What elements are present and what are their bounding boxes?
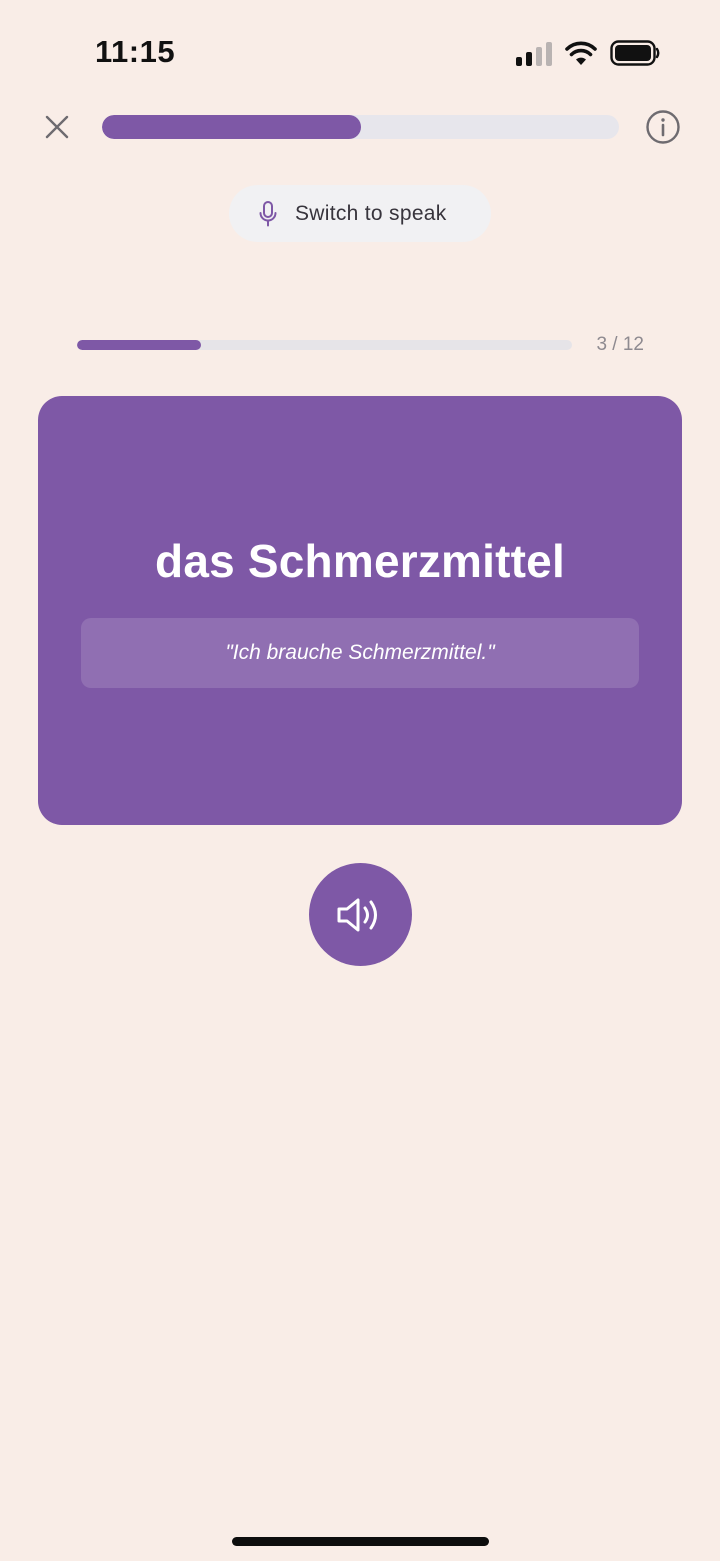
cellular-signal-icon xyxy=(516,42,552,66)
flashcard[interactable]: das Schmerzmittel "Ich brauche Schmerzmi… xyxy=(38,396,682,825)
card-progress-count: 3 / 12 xyxy=(596,334,644,355)
speaker-icon xyxy=(337,898,377,931)
example-sentence-box: "Ich brauche Schmerzmittel." xyxy=(81,618,639,688)
play-audio-button[interactable] xyxy=(309,863,412,966)
wifi-icon xyxy=(565,41,597,65)
flashcard-word: das Schmerzmittel xyxy=(155,535,565,587)
card-progress-bar xyxy=(77,340,572,350)
battery-icon xyxy=(610,40,660,66)
home-indicator[interactable] xyxy=(232,1537,489,1546)
close-button[interactable] xyxy=(38,108,76,146)
lesson-progress-fill xyxy=(102,115,361,139)
close-icon xyxy=(45,115,69,139)
status-time: 11:15 xyxy=(95,34,176,69)
lesson-progress-bar xyxy=(102,115,619,139)
card-progress-fill xyxy=(77,340,201,350)
switch-to-speak-label: Switch to speak xyxy=(295,201,447,225)
example-sentence: "Ich brauche Schmerzmittel." xyxy=(225,641,495,664)
microphone-icon xyxy=(259,200,277,226)
info-button[interactable] xyxy=(644,108,682,146)
switch-to-speak-button[interactable]: Switch to speak xyxy=(229,185,491,242)
info-icon xyxy=(646,110,680,144)
